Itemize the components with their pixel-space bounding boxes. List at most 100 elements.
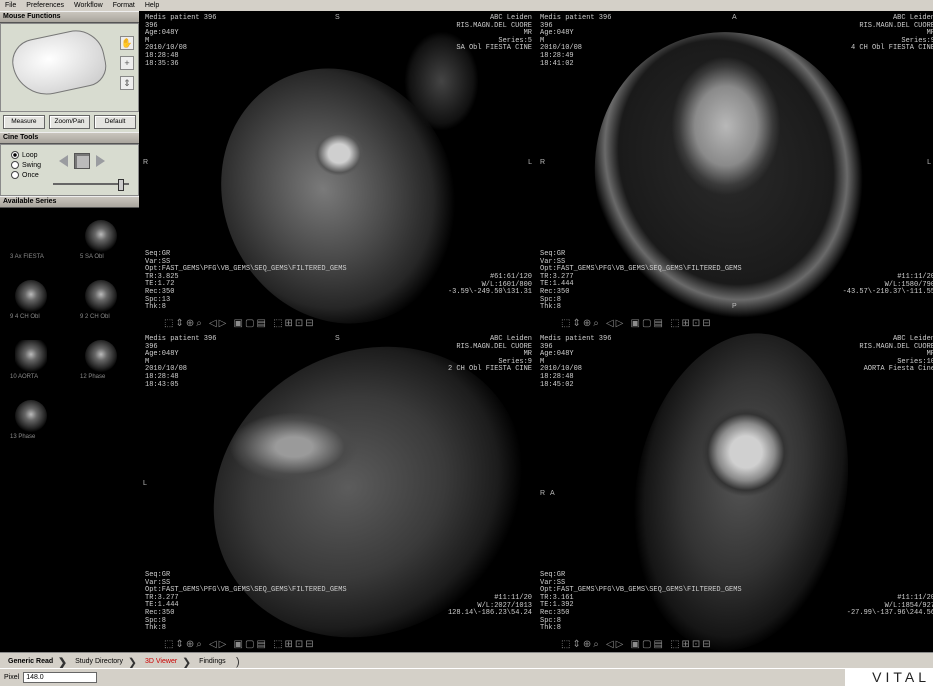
overlay-top-right: ABC Leiden RIS.MAGN.DEL CUORE MR Series:…	[859, 335, 933, 374]
radio-loop-label: Loop	[22, 151, 38, 159]
cine-speed-slider[interactable]	[53, 179, 129, 191]
radio-loop-icon	[11, 151, 19, 159]
series-label: 13 Phase	[10, 434, 36, 440]
pan-hand-icon[interactable]: ✋	[120, 36, 134, 50]
viewport-toolbar[interactable]: ⬚⇕⊕⌕ ◁▷ ▣▢▤ ⬚⊞⊡⊟	[164, 318, 316, 329]
zoom-pan-button[interactable]: Zoom/Pan	[48, 115, 91, 129]
overlay-top-right: ABC Leiden RIS.MAGN.DEL CUORE MR Series:…	[456, 14, 532, 53]
overlay-bottom-right: #11:11/20 W/L:2027/1013 128.14\-186.23\5…	[447, 594, 532, 618]
orientation-bottom: P	[732, 303, 737, 310]
cine-tools-panel: Loop Swing Once	[0, 144, 139, 196]
series-thumb[interactable]: 9 2 CH Obl	[80, 280, 122, 322]
series-label: 9 4 CH Obl	[10, 314, 40, 320]
mri-heart-region	[671, 56, 781, 196]
mouse-icon[interactable]	[7, 25, 111, 101]
viewport-4ch-obl[interactable]: Medis patient 396 396 Age:048Y M 2010/10…	[536, 11, 933, 331]
default-button[interactable]: Default	[94, 115, 137, 129]
radio-once[interactable]: Once	[11, 171, 39, 179]
tab-generic-read[interactable]: Generic Read	[0, 656, 67, 669]
menu-preferences[interactable]: Preferences	[21, 0, 69, 11]
overlay-top-left: Medis patient 396 396 Age:048Y M 2010/10…	[145, 335, 217, 389]
brand-logo: VITAL	[845, 669, 933, 686]
series-label: 3 Ax FIESTA	[10, 254, 44, 260]
series-thumb[interactable]: 12 Phase	[80, 340, 122, 382]
overlay-top-right: ABC Leiden RIS.MAGN.DEL CUORE MR Series:…	[447, 335, 532, 374]
series-thumb[interactable]: 13 Phase	[10, 400, 52, 442]
viewport-toolbar[interactable]: ⬚⇕⊕⌕ ◁▷ ▣▢▤ ⬚⊞⊡⊟	[164, 639, 316, 650]
series-list: 3 Ax FIESTA 5 SA Obl 9 4 CH Obl 9 2 CH O…	[0, 208, 139, 678]
tab-3d-viewer[interactable]: 3D Viewer	[137, 656, 191, 669]
measure-button[interactable]: Measure	[3, 115, 45, 129]
mri-heart-region	[701, 407, 791, 497]
viewport-toolbar[interactable]: ⬚⇕⊕⌕ ◁▷ ▣▢▤ ⬚⊞⊡⊟	[561, 318, 713, 329]
tab-study-directory[interactable]: Study Directory	[67, 656, 137, 669]
orientation-right: A	[550, 490, 555, 497]
thumbnail-image	[15, 220, 47, 252]
mouse-functions-header: Mouse Functions	[0, 11, 139, 23]
next-frame-icon[interactable]	[96, 155, 105, 167]
series-label: 12 Phase	[80, 374, 106, 380]
status-bar: Pixel 148.0 VITAL	[0, 668, 933, 686]
radio-swing-label: Swing	[22, 161, 42, 169]
overlay-bottom-right: #11:11/20 W/L:1854/927 -27.99\-137.96\24…	[846, 594, 933, 618]
menu-workflow[interactable]: Workflow	[69, 0, 108, 11]
thumbnail-image	[15, 340, 47, 372]
overlay-bottom-left: Seq:GR Var:SS Opt:FAST_GEMS\PFG\VB_GEMS\…	[540, 250, 742, 312]
pixel-value-field: 148.0	[23, 672, 98, 683]
overlay-bottom-left: Seq:GR Var:SS Opt:FAST_GEMS\PFG\VB_GEMS\…	[540, 571, 742, 633]
radio-swing-icon	[11, 161, 19, 169]
cine-controls	[59, 153, 105, 169]
stop-button[interactable]	[74, 153, 90, 169]
cine-tools-header: Cine Tools	[0, 132, 139, 144]
series-label: 5 SA Obl	[80, 254, 104, 260]
available-series-header: Available Series	[0, 196, 139, 208]
thumbnail-image	[85, 340, 117, 372]
scroll-icon[interactable]: ⇕	[120, 76, 134, 90]
mouse-buttons-row: Measure Zoom/Pan Default	[0, 112, 139, 132]
crosshair-icon[interactable]: +	[120, 56, 134, 70]
orientation-left: R	[540, 159, 546, 166]
radio-loop[interactable]: Loop	[11, 151, 38, 159]
orientation-left: R	[143, 159, 149, 166]
overlay-bottom-right: #11:11/20 W/L:1580/790 -43.57\-210.37\-1…	[842, 273, 933, 297]
thumbnail-image	[85, 220, 117, 252]
tab-findings[interactable]: Findings	[191, 656, 240, 668]
overlay-top-left: Medis patient 396 396 Age:048Y M 2010/10…	[540, 14, 612, 68]
series-thumb[interactable]: 3 Ax FIESTA	[10, 220, 52, 262]
orientation-top: A	[732, 14, 737, 21]
orientation-right: L	[528, 159, 532, 166]
overlay-top-left: Medis patient 396 396 Age:048Y M 2010/10…	[540, 335, 612, 389]
slider-knob[interactable]	[118, 179, 124, 191]
viewport-sa-obl[interactable]: Medis patient 396 396 Age:048Y M 2010/10…	[139, 11, 536, 331]
prev-frame-icon[interactable]	[59, 155, 68, 167]
mri-heart-region	[229, 412, 359, 482]
workflow-tabs: Generic Read Study Directory 3D Viewer F…	[0, 652, 933, 669]
radio-once-icon	[11, 171, 19, 179]
orientation-top: S	[335, 335, 340, 342]
mouse-side-tools: ✋ + ⇕	[118, 36, 136, 106]
viewport-2ch-obl[interactable]: Medis patient 396 396 Age:048Y M 2010/10…	[139, 332, 536, 652]
radio-swing[interactable]: Swing	[11, 161, 41, 169]
viewport-aorta[interactable]: Medis patient 396 396 Age:048Y M 2010/10…	[536, 332, 933, 652]
overlay-bottom-left: Seq:GR Var:SS Opt:FAST_GEMS\PFG\VB_GEMS\…	[145, 571, 347, 633]
viewport-toolbar[interactable]: ⬚⇕⊕⌕ ◁▷ ▣▢▤ ⬚⊞⊡⊟	[561, 639, 713, 650]
left-panel: Mouse Functions ✋ + ⇕ Measure Zoom/Pan D…	[0, 11, 139, 678]
series-thumb[interactable]: 5 SA Obl	[80, 220, 122, 262]
overlay-top-left: Medis patient 396 396 Age:048Y M 2010/10…	[145, 14, 217, 68]
orientation-left: L	[143, 480, 147, 487]
series-label: 9 2 CH Obl	[80, 314, 110, 320]
menu-help[interactable]: Help	[140, 0, 164, 11]
image-viewer: Medis patient 396 396 Age:048Y M 2010/10…	[139, 11, 933, 652]
mouse-functions-panel: ✋ + ⇕	[0, 23, 139, 112]
series-thumb[interactable]: 9 4 CH Obl	[10, 280, 52, 322]
thumbnail-image	[15, 400, 47, 432]
overlay-top-right: ABC Leiden RIS.MAGN.DEL CUORE MR Series:…	[850, 14, 933, 53]
orientation-top: S	[335, 14, 340, 21]
pixel-label: Pixel	[4, 674, 20, 681]
overlay-bottom-left: Seq:GR Var:SS Opt:FAST_GEMS\PFG\VB_GEMS\…	[145, 250, 347, 312]
series-thumb[interactable]: 10 AORTA	[10, 340, 52, 382]
mri-heart-region	[314, 131, 364, 176]
radio-once-label: Once	[22, 171, 39, 179]
menu-format[interactable]: Format	[108, 0, 140, 11]
menu-file[interactable]: File	[0, 0, 21, 11]
